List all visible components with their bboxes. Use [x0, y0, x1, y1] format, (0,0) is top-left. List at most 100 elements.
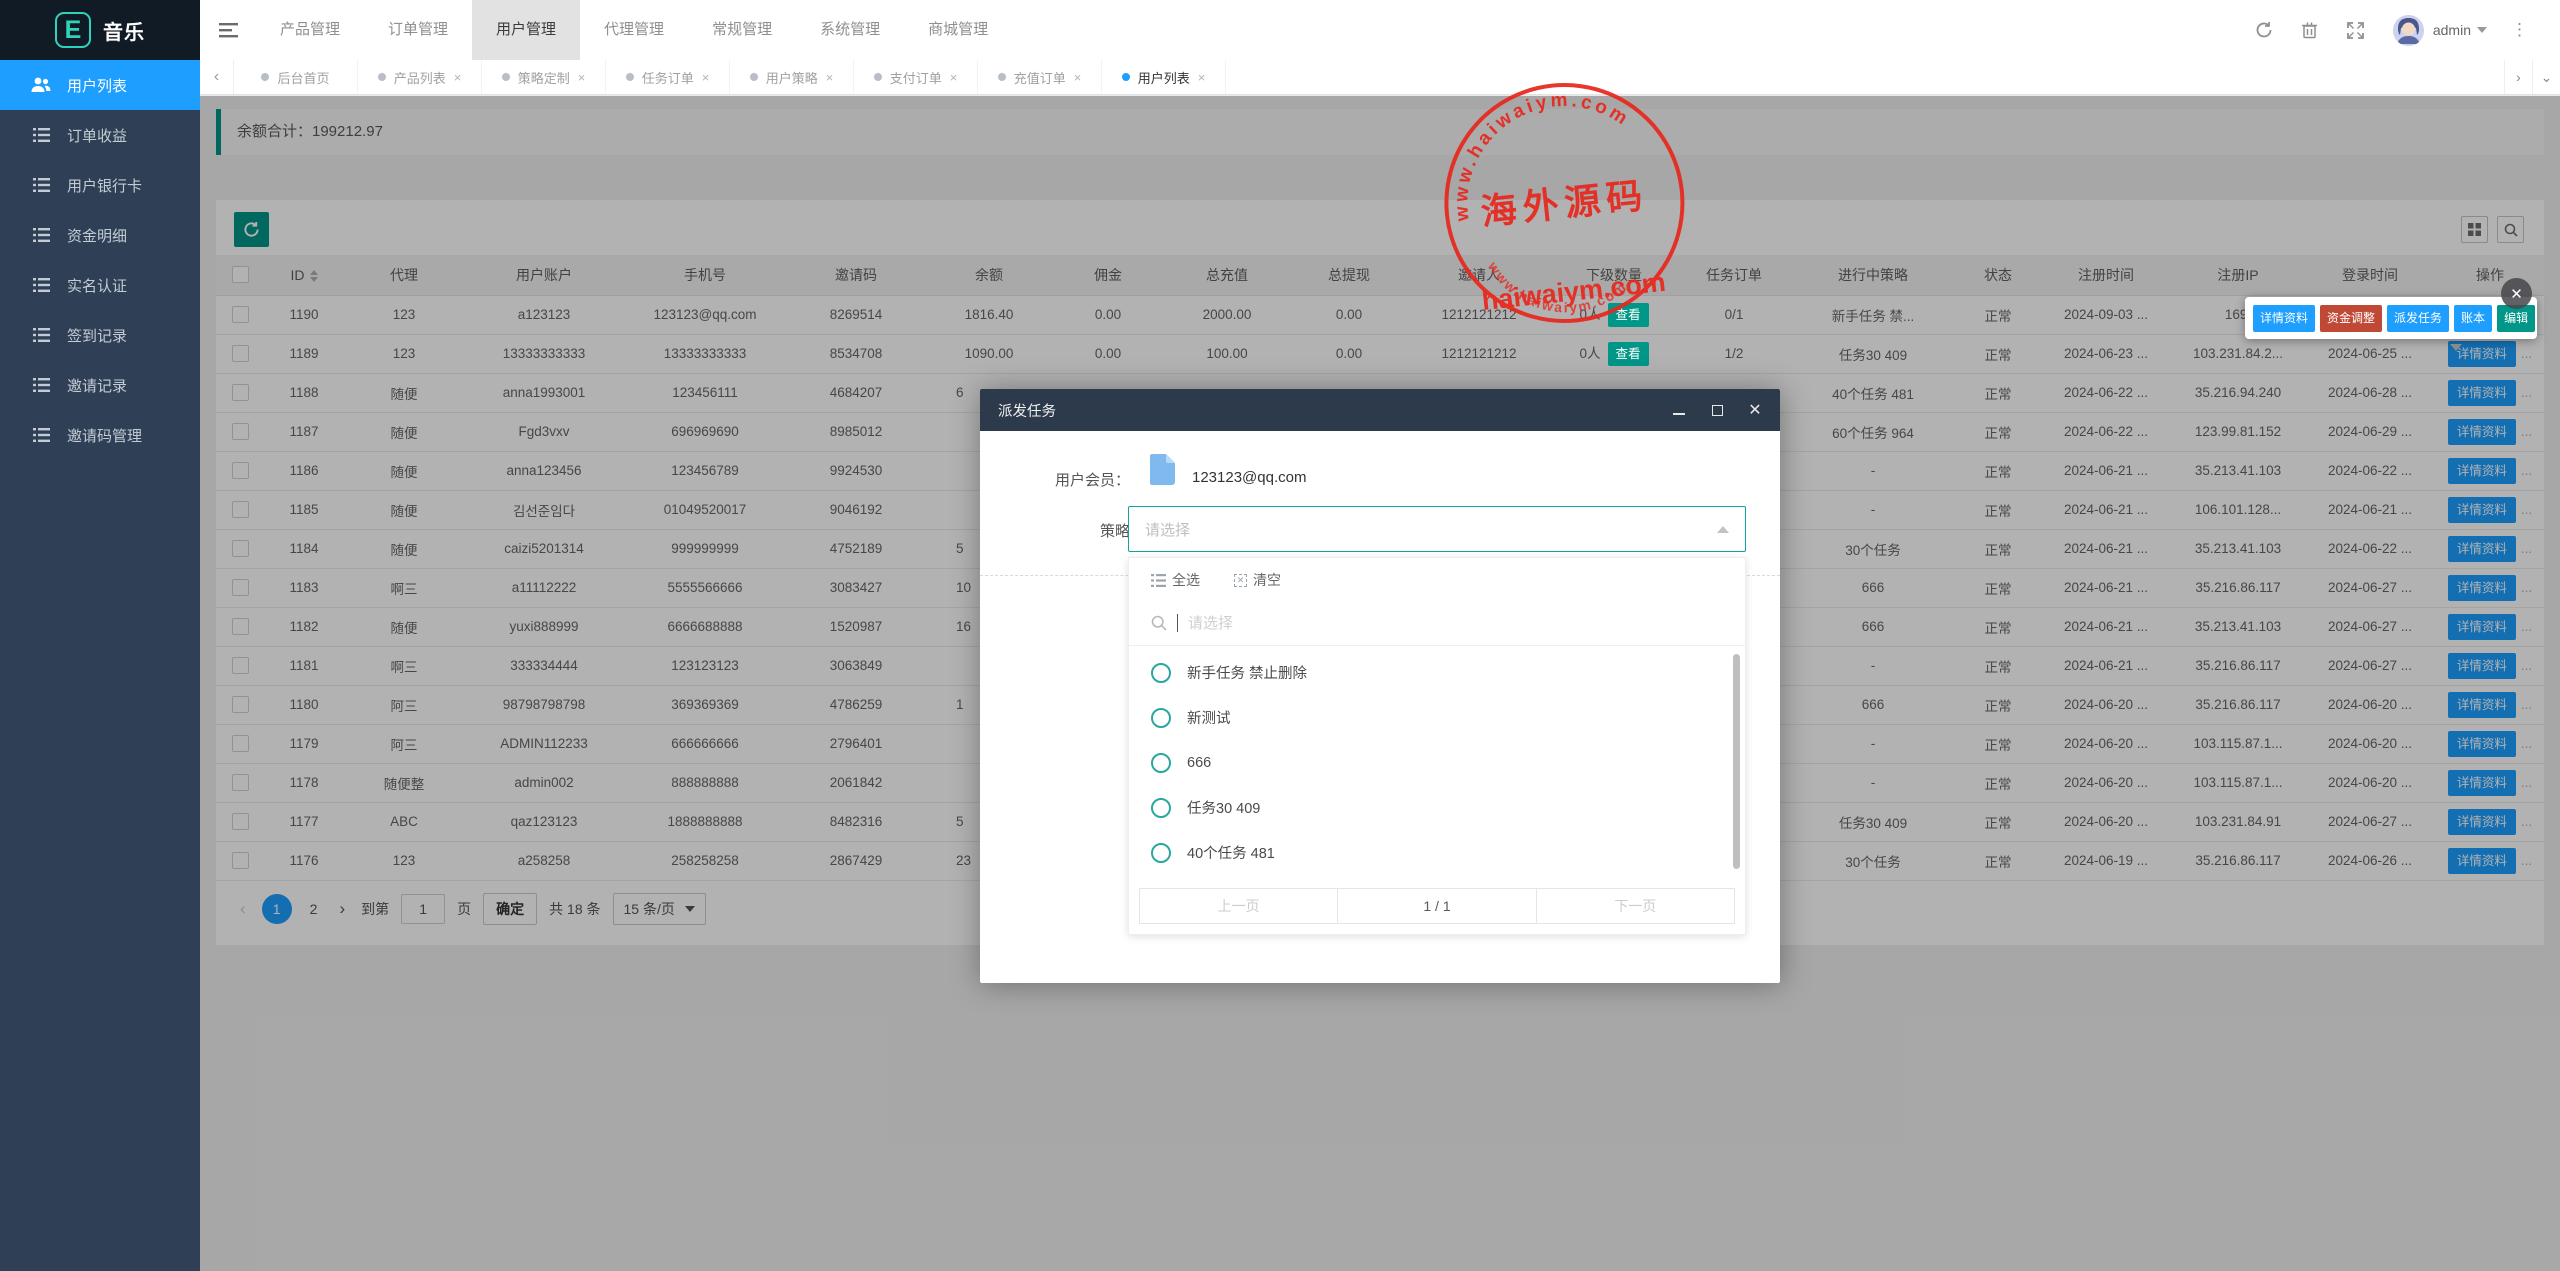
nav-item-1[interactable]: 产品管理 — [256, 0, 364, 60]
scrollbar-thumb[interactable] — [1733, 654, 1740, 869]
tab-label: 产品列表 — [394, 68, 446, 87]
dropdown-option-2[interactable]: 新测试 — [1129, 695, 1745, 740]
clear-button[interactable]: ✕ 清空 — [1234, 570, 1281, 590]
tab-dot-icon — [750, 73, 758, 81]
tab-5[interactable]: 用户策略 × — [730, 60, 854, 94]
op-button-1[interactable]: 详情资料 — [2253, 305, 2315, 332]
tab-dot-icon — [998, 73, 1006, 81]
tab-close-icon[interactable]: × — [1198, 70, 1206, 85]
sidebar-item-label: 用户列表 — [67, 75, 127, 96]
sidebar-item-label: 用户银行卡 — [67, 175, 142, 196]
tabs-menu-icon[interactable]: ⌄ — [2532, 60, 2560, 94]
op-button-4[interactable]: 账本 — [2454, 305, 2492, 332]
tab-close-icon[interactable]: × — [702, 70, 710, 85]
tab-close-icon[interactable]: × — [950, 70, 958, 85]
member-label: 用户会员： — [1000, 469, 1130, 490]
row-operations-popup: 详情资料资金调整派发任务账本编辑 — [2245, 297, 2537, 339]
option-label: 任务30 409 — [1187, 797, 1260, 818]
nav-item-2[interactable]: 订单管理 — [364, 0, 472, 60]
dropdown-search-input[interactable]: 请选择 — [1129, 600, 1745, 646]
minimize-icon[interactable] — [1672, 403, 1686, 417]
sidebar-item-3[interactable]: 用户银行卡 — [0, 160, 200, 210]
view-subordinates-button[interactable]: 查看 — [1608, 342, 1649, 366]
view-subordinates-button[interactable]: 查看 — [1608, 303, 1649, 327]
member-email-value: 123123@qq.com — [1192, 469, 1306, 486]
dropdown-option-3[interactable]: 666 — [1129, 740, 1745, 785]
sidebar-item-7[interactable]: 邀请记录 — [0, 360, 200, 410]
sidebar-item-4[interactable]: 资金明细 — [0, 210, 200, 260]
tab-label: 充值订单 — [1014, 68, 1066, 87]
dropdown-option-4[interactable]: 任务30 409 — [1129, 785, 1745, 830]
tab-label: 任务订单 — [642, 68, 694, 87]
sidebar-item-6[interactable]: 签到记录 — [0, 310, 200, 360]
op-button-2[interactable]: 资金调整 — [2320, 305, 2382, 332]
nav-item-7[interactable]: 商城管理 — [904, 0, 1012, 60]
tab-3[interactable]: 策略定制 × — [482, 60, 606, 94]
sidebar-item-8[interactable]: 邀请码管理 — [0, 410, 200, 460]
tab-label: 用户列表 — [1138, 68, 1190, 87]
select-all-button[interactable]: 全选 — [1151, 570, 1200, 590]
strategy-label: 策略 — [1000, 520, 1130, 541]
top-navbar: E 音乐 产品管理订单管理用户管理代理管理常规管理系统管理商城管理 admin … — [0, 0, 2560, 60]
popup-close-icon[interactable]: ✕ — [2501, 278, 2532, 309]
sidebar-item-label: 实名认证 — [67, 275, 127, 296]
refresh-icon[interactable] — [2241, 0, 2287, 60]
tab-dot-icon — [874, 73, 882, 81]
strategy-dropdown-panel: 全选 ✕ 清空 请选择 新手任务 禁止删除新测试666 任务30 409 40个任务… — [1128, 557, 1746, 935]
tab-6[interactable]: 支付订单× — [854, 60, 978, 94]
close-icon[interactable]: ✕ — [1748, 403, 1762, 417]
tabs-scroll-left-icon[interactable]: ‹ — [200, 60, 234, 94]
user-avatar[interactable] — [2393, 15, 2424, 46]
chevron-down-icon[interactable] — [2477, 27, 2487, 33]
tab-7[interactable]: 充值订单 × — [978, 60, 1102, 94]
nav-item-5[interactable]: 常规管理 — [688, 0, 796, 60]
menu-collapse-icon[interactable] — [200, 0, 256, 60]
sidebar-item-5[interactable]: 实名认证 — [0, 260, 200, 310]
more-caret-icon[interactable] — [2450, 344, 2462, 351]
tab-close-icon[interactable]: × — [826, 70, 834, 85]
username-label[interactable]: admin — [2433, 22, 2471, 38]
dropdown-option-5[interactable]: 40个任务 481 — [1129, 830, 1745, 875]
fullscreen-icon[interactable] — [2333, 0, 2379, 60]
tab-4[interactable]: 任务订单 × — [606, 60, 730, 94]
sidebar-item-2[interactable]: 订单收益 — [0, 110, 200, 160]
op-button-3[interactable]: 派发任务 — [2387, 305, 2449, 332]
dropdown-next-button[interactable]: 下一页 — [1537, 889, 1734, 923]
list-icon — [30, 378, 52, 392]
tab-dot-icon — [378, 73, 386, 81]
clear-label: 清空 — [1253, 570, 1281, 590]
tab-dot-icon — [1122, 73, 1130, 81]
tab-8[interactable]: 用户列表 × — [1102, 60, 1226, 94]
nav-item-4[interactable]: 代理管理 — [580, 0, 688, 60]
nav-item-6[interactable]: 系统管理 — [796, 0, 904, 60]
tab-bar: ‹ 后台首页产品列表×策略定制×任务订单×用户策略×支付订单×充值订单×用户列表… — [200, 60, 2560, 95]
dropdown-prev-button[interactable]: 上一页 — [1140, 889, 1337, 923]
tab-label: 用户策略 — [766, 68, 818, 87]
radio-circle-icon — [1151, 843, 1171, 863]
maximize-icon[interactable] — [1710, 403, 1724, 417]
tabs-scroll-right-icon[interactable]: › — [2504, 60, 2532, 94]
dialog-title: 派发任务 — [998, 400, 1672, 421]
nav-item-3[interactable]: 用户管理 — [472, 0, 580, 60]
sidebar-item-label: 资金明细 — [67, 225, 127, 246]
top-menu: 产品管理订单管理用户管理代理管理常规管理系统管理商城管理 — [256, 0, 1012, 60]
radio-circle-icon — [1151, 708, 1171, 728]
app-logo[interactable]: E 音乐 — [0, 0, 200, 60]
tab-1[interactable]: 后台首页 — [234, 60, 358, 94]
tab-close-icon[interactable]: × — [578, 70, 586, 85]
trash-icon[interactable] — [2287, 0, 2333, 60]
select-placeholder: 请选择 — [1145, 519, 1717, 540]
dialog-titlebar[interactable]: 派发任务 ✕ — [980, 389, 1780, 431]
tab-close-icon[interactable]: × — [1074, 70, 1082, 85]
dispatch-task-dialog: 派发任务 ✕ 用户会员： 123123@qq.com 策略 请选择 全选 ✕ 清… — [980, 389, 1780, 983]
tab-dot-icon — [261, 73, 269, 81]
radio-circle-icon — [1151, 798, 1171, 818]
list-icon — [30, 178, 52, 192]
tab-2[interactable]: 产品列表 × — [358, 60, 482, 94]
strategy-select[interactable]: 请选择 — [1128, 506, 1746, 552]
sidebar-item-1[interactable]: 用户列表 — [0, 60, 200, 110]
tab-close-icon[interactable]: × — [454, 70, 462, 85]
tab-label: 策略定制 — [518, 68, 570, 87]
more-menu-icon[interactable]: ⋮ — [2501, 20, 2538, 40]
dropdown-option-1[interactable]: 新手任务 禁止删除 — [1129, 650, 1745, 695]
